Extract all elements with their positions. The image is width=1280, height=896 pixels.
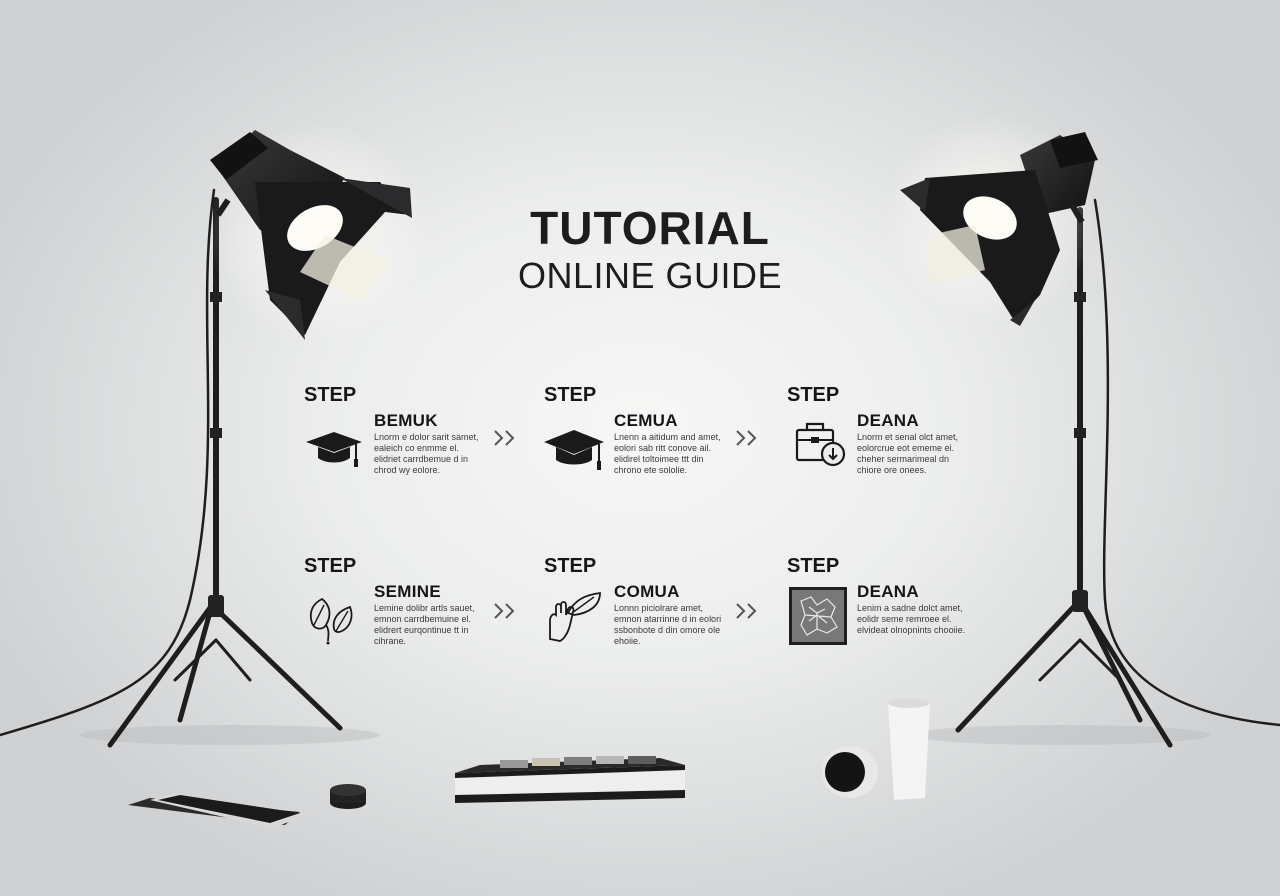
- step-name: CEMUA: [614, 411, 678, 430]
- right-spotlight: [885, 113, 1098, 326]
- title-block: TUTORIAL ONLINE GUIDE: [440, 200, 860, 296]
- page-title: TUTORIAL: [530, 202, 770, 254]
- step-card: STEP CEMUA Lnenn a aitidum and amet, eol…: [544, 384, 744, 494]
- tablet-prop: [128, 793, 308, 828]
- step-label: STEP: [544, 384, 597, 406]
- step-card: STEP DEANA Lenim a sadne dolct amet, eol…: [787, 555, 987, 665]
- step-card: STEP SEMINE Lemine dolibr artls sauet, e…: [304, 555, 504, 665]
- book-prop: [455, 756, 685, 803]
- step-description: Lemine dolibr artls sauet, emnon carrdbe…: [374, 603, 475, 646]
- leaves-icon: [309, 597, 353, 645]
- step-card: STEP DEANA Lnorm et senal olct amet, eol…: [787, 384, 987, 494]
- double-chevron-right-icon: [494, 603, 515, 619]
- hand-holding-leaf-icon: [549, 591, 601, 642]
- page-subtitle: ONLINE GUIDE: [517, 255, 783, 296]
- step-label: STEP: [304, 384, 357, 406]
- step-name: SEMINE: [374, 582, 441, 601]
- step-description: Lonnn piciolrare amet, emnon atarrinne d…: [614, 603, 722, 646]
- double-chevron-right-icon: [736, 603, 757, 619]
- step-label: STEP: [787, 384, 840, 406]
- small-puck-prop: [330, 784, 366, 809]
- step-card: STEP BEMUK Lnorm e dolor sarit samet, ea…: [304, 384, 504, 494]
- step-card: STEP COMUA Lonnn piciolrare amet, emnon …: [544, 555, 744, 665]
- step-description: Lnorm et senal olct amet, eolorcrue eot …: [857, 432, 959, 475]
- left-spotlight: [208, 122, 428, 342]
- step-name: DEANA: [857, 582, 919, 601]
- step-label: STEP: [787, 555, 840, 577]
- step-name: COMUA: [614, 582, 680, 601]
- step-name: DEANA: [857, 411, 919, 430]
- double-chevron-right-icon: [494, 430, 515, 446]
- graduation-cap-icon: [544, 430, 604, 470]
- step-label: STEP: [304, 555, 357, 577]
- step-name: BEMUK: [374, 411, 438, 430]
- cups-prop: [822, 698, 930, 800]
- step-description: Lnorm e dolor sarit samet, ealeich co en…: [374, 432, 479, 475]
- step-description: Lenim a sadne dolct amet, eolidr seme re…: [857, 603, 966, 635]
- step-description: Lnenn a aitidum and amet, eolori sab rit…: [614, 432, 721, 475]
- double-chevron-right-icon: [736, 430, 757, 446]
- briefcase-download-icon: [795, 422, 846, 467]
- step-label: STEP: [544, 555, 597, 577]
- graduation-cap-icon: [306, 432, 362, 467]
- texture-tile-icon: [789, 587, 847, 645]
